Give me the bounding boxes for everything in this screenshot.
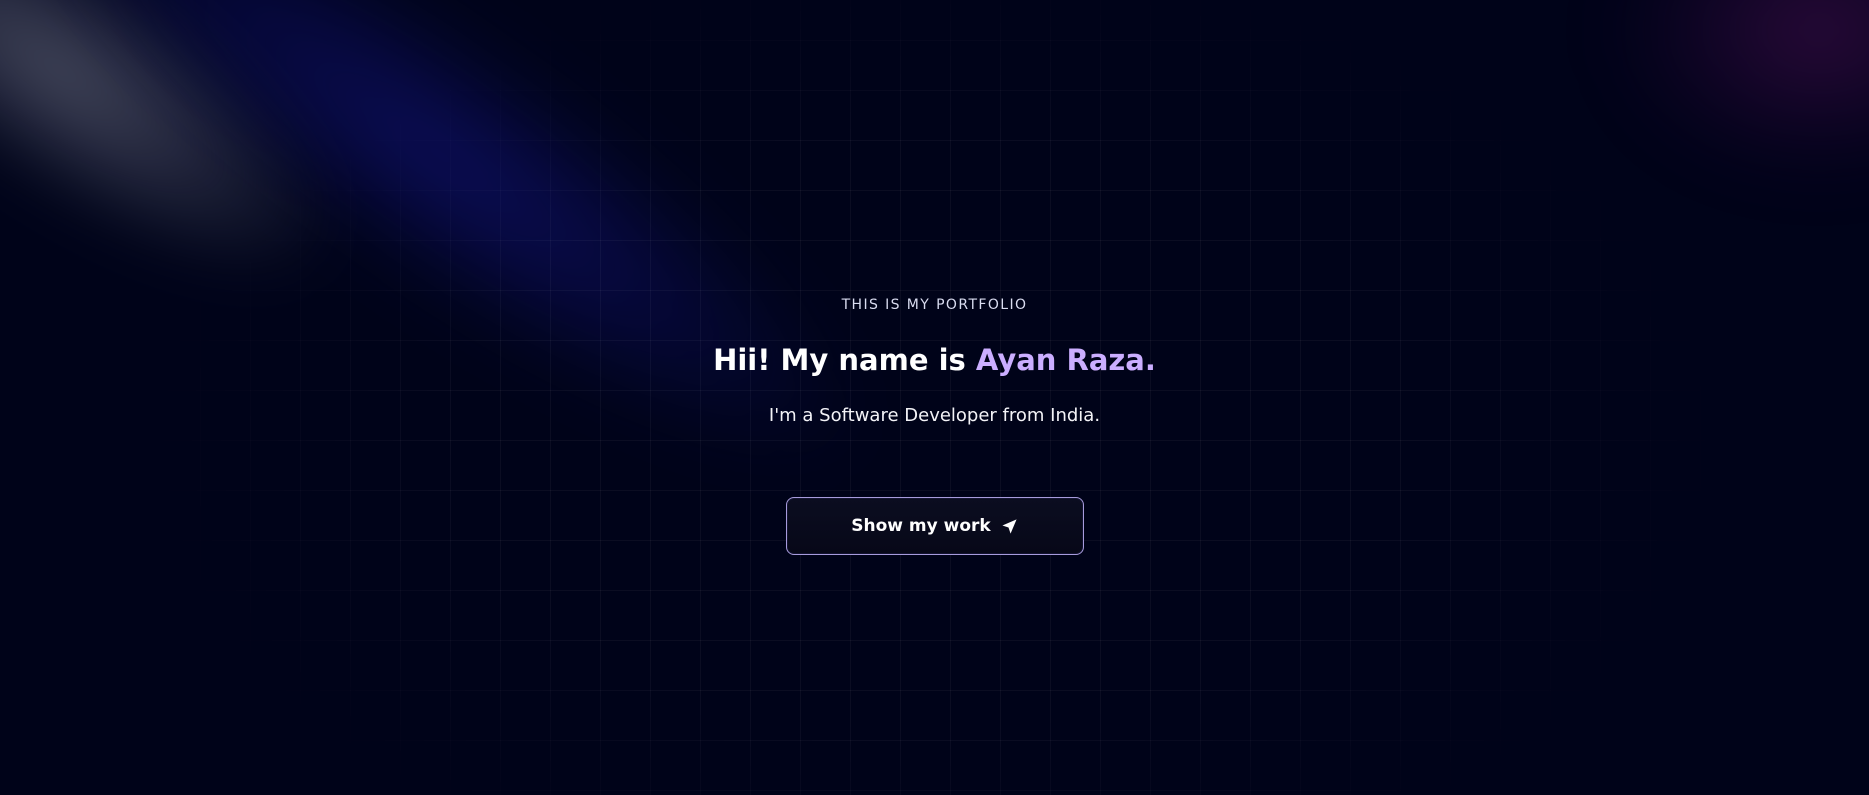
headline-name: Ayan Raza. bbox=[975, 343, 1156, 377]
location-arrow-icon bbox=[1001, 518, 1018, 535]
headline-prefix: Hii! My name is bbox=[713, 343, 976, 377]
hero-tagline: I'm a Software Developer from India. bbox=[768, 405, 1101, 426]
show-my-work-button[interactable]: Show my work bbox=[785, 497, 1084, 555]
portfolio-eyebrow: THIS IS MY PORTFOLIO bbox=[841, 297, 1028, 313]
hero-headline: Hii! My name is Ayan Raza. bbox=[0, 343, 1869, 377]
hero-section: THIS IS MY PORTFOLIO Hii! My name is Aya… bbox=[0, 0, 1869, 795]
hero-content: THIS IS MY PORTFOLIO Hii! My name is Aya… bbox=[0, 296, 1869, 555]
show-my-work-label: Show my work bbox=[851, 516, 991, 536]
